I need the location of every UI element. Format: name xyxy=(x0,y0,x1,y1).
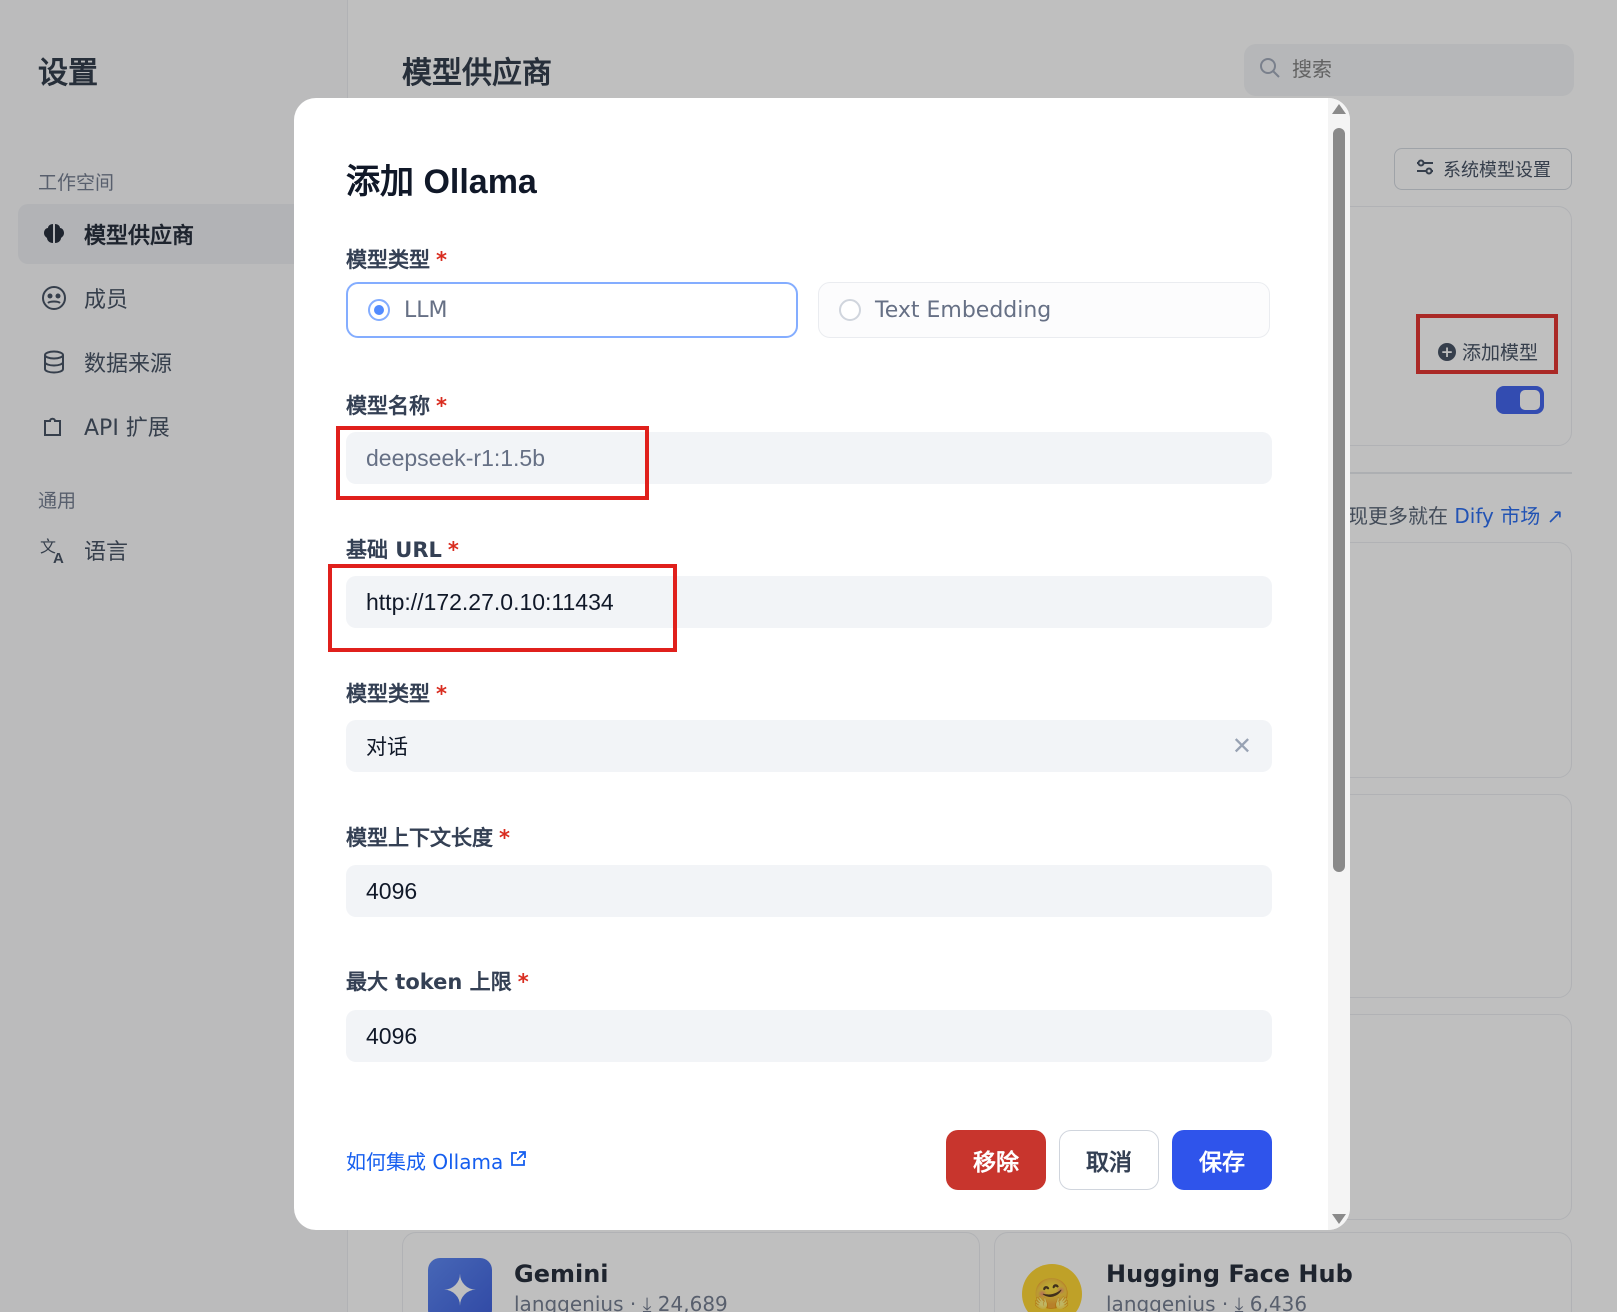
required-mark: * xyxy=(517,970,529,994)
highlight-base-url xyxy=(328,564,677,652)
save-button[interactable]: 保存 xyxy=(1172,1130,1272,1190)
model-type-label-text: 模型类型 xyxy=(346,248,430,272)
option-label: LLM xyxy=(404,297,448,323)
base-url-label: 基础 URL * xyxy=(346,534,459,564)
completion-mode-label: 模型类型 * xyxy=(346,678,447,708)
context-length-input[interactable] xyxy=(346,865,1272,917)
radio-selected-icon xyxy=(368,299,390,321)
selected-mode: 对话 xyxy=(366,735,408,759)
help-link-label: 如何集成 Ollama xyxy=(346,1150,504,1174)
cancel-button[interactable]: 取消 xyxy=(1059,1130,1159,1190)
scrollbar-thumb[interactable] xyxy=(1333,128,1345,872)
completion-mode-label-text: 模型类型 xyxy=(346,682,430,706)
required-mark: * xyxy=(499,826,510,850)
completion-mode-select[interactable]: 对话 ✕ xyxy=(346,720,1272,772)
highlight-model-name xyxy=(336,426,649,500)
max-tokens-label-text: 最大 token 上限 xyxy=(346,970,512,994)
required-mark: * xyxy=(436,682,447,706)
scroll-down-arrow-icon[interactable] xyxy=(1332,1214,1346,1224)
external-link-icon xyxy=(509,1149,527,1173)
required-mark: * xyxy=(436,248,447,272)
context-length-label-text: 模型上下文长度 xyxy=(346,826,493,850)
model-name-label: 模型名称 * xyxy=(346,390,447,420)
option-label: Text Embedding xyxy=(875,297,1052,323)
radio-unselected-icon xyxy=(839,299,861,321)
dialog-title: 添加 Ollama xyxy=(346,163,537,201)
dialog-scrollbar[interactable] xyxy=(1328,98,1350,1230)
max-tokens-input[interactable] xyxy=(346,1010,1272,1062)
model-type-option-llm[interactable]: LLM xyxy=(346,282,798,338)
max-tokens-label: 最大 token 上限 * xyxy=(346,966,529,996)
add-ollama-dialog: 添加 Ollama 模型类型 * LLM Text Embedding 模型名称 *… xyxy=(294,98,1350,1230)
context-length-label: 模型上下文长度 * xyxy=(346,822,510,852)
required-mark: * xyxy=(436,394,447,418)
model-name-label-text: 模型名称 xyxy=(346,394,430,418)
model-type-option-text-embedding[interactable]: Text Embedding xyxy=(818,282,1270,338)
base-url-label-text: 基础 URL xyxy=(346,538,442,562)
required-mark: * xyxy=(447,538,459,562)
model-type-label: 模型类型 * xyxy=(346,244,447,274)
scroll-up-arrow-icon[interactable] xyxy=(1332,104,1346,114)
remove-button[interactable]: 移除 xyxy=(946,1130,1046,1190)
ollama-help-link[interactable]: 如何集成 Ollama xyxy=(346,1146,527,1175)
clear-icon[interactable]: ✕ xyxy=(1232,732,1252,760)
